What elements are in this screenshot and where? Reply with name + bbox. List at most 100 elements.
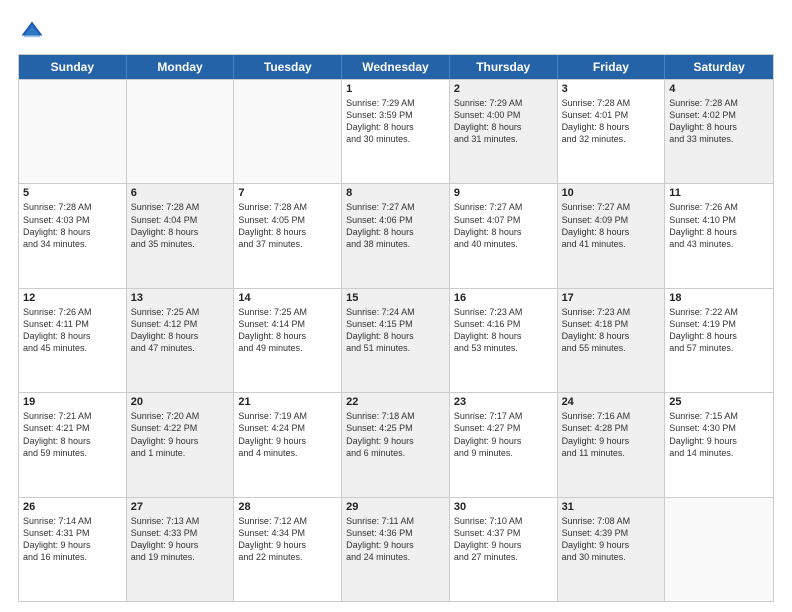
day-number: 30 — [454, 501, 553, 513]
day-number: 29 — [346, 501, 445, 513]
day-header-thursday: Thursday — [450, 55, 558, 79]
day-header-wednesday: Wednesday — [342, 55, 450, 79]
cal-cell: 16 Sunrise: 7:23 AM Sunset: 4:16 PM Dayli… — [450, 289, 558, 392]
day-number: 10 — [562, 187, 661, 199]
day-header-saturday: Saturday — [665, 55, 773, 79]
cell-info: Sunrise: 7:21 AM Sunset: 4:21 PM Dayligh… — [23, 410, 122, 459]
cell-info: Sunrise: 7:25 AM Sunset: 4:12 PM Dayligh… — [131, 306, 230, 355]
cal-cell: 26 Sunrise: 7:14 AM Sunset: 4:31 PM Dayli… — [19, 498, 127, 601]
cell-info: Sunrise: 7:13 AM Sunset: 4:33 PM Dayligh… — [131, 515, 230, 564]
cell-info: Sunrise: 7:27 AM Sunset: 4:07 PM Dayligh… — [454, 201, 553, 250]
cal-cell: 31 Sunrise: 7:08 AM Sunset: 4:39 PM Dayli… — [558, 498, 666, 601]
day-number: 15 — [346, 292, 445, 304]
day-number: 18 — [669, 292, 769, 304]
cell-info: Sunrise: 7:29 AM Sunset: 4:00 PM Dayligh… — [454, 97, 553, 146]
day-number: 22 — [346, 396, 445, 408]
cal-cell: 23Sunrise: 7:17 AM Sunset: 4:27 PM Dayli… — [450, 393, 558, 496]
day-number: 12 — [23, 292, 122, 304]
cal-cell: 9 Sunrise: 7:27 AM Sunset: 4:07 PM Daylig… — [450, 184, 558, 287]
week-row-4: 19 Sunrise: 7:21 AM Sunset: 4:21 PM Dayli… — [19, 392, 773, 496]
cell-info: Sunrise: 7:27 AM Sunset: 4:09 PM Dayligh… — [562, 201, 661, 250]
cell-info: Sunrise: 7:28 AM Sunset: 4:04 PM Dayligh… — [131, 201, 230, 250]
cell-info: Sunrise: 7:28 AM Sunset: 4:01 PM Dayligh… — [562, 97, 661, 146]
logo — [18, 18, 50, 46]
cell-info: Sunrise: 7:25 AM Sunset: 4:14 PM Dayligh… — [238, 306, 337, 355]
cell-info: Sunrise: 7:29 AM Sunset: 3:59 PM Dayligh… — [346, 97, 445, 146]
day-number: 31 — [562, 501, 661, 513]
cal-cell: 12 Sunrise: 7:26 AM Sunset: 4:11 PM Dayli… — [19, 289, 127, 392]
cal-cell: 3 Sunrise: 7:28 AM Sunset: 4:01 PM Daylig… — [558, 80, 666, 183]
cell-info: Sunrise: 7:10 AM Sunset: 4:37 PM Dayligh… — [454, 515, 553, 564]
day-number: 25 — [669, 396, 769, 408]
cell-info: Sunrise: 7:28 AM Sunset: 4:05 PM Dayligh… — [238, 201, 337, 250]
cal-cell: 17 Sunrise: 7:23 AM Sunset: 4:18 PM Dayli… — [558, 289, 666, 392]
day-number: 26 — [23, 501, 122, 513]
cell-info: Sunrise: 7:12 AM Sunset: 4:34 PM Dayligh… — [238, 515, 337, 564]
day-number: 8 — [346, 187, 445, 199]
calendar-header: SundayMondayTuesdayWednesdayThursdayFrid… — [19, 55, 773, 79]
cal-cell: 2 Sunrise: 7:29 AM Sunset: 4:00 PM Daylig… — [450, 80, 558, 183]
cal-cell: 27Sunrise: 7:13 AM Sunset: 4:33 PM Dayli… — [127, 498, 235, 601]
day-number: 21 — [238, 396, 337, 408]
page: SundayMondayTuesdayWednesdayThursdayFrid… — [0, 0, 792, 612]
week-row-1: 1 Sunrise: 7:29 AM Sunset: 3:59 PM Daylig… — [19, 79, 773, 183]
cell-info: Sunrise: 7:28 AM Sunset: 4:02 PM Dayligh… — [669, 97, 769, 146]
calendar: SundayMondayTuesdayWednesdayThursdayFrid… — [18, 54, 774, 602]
day-number: 24 — [562, 396, 661, 408]
day-number: 13 — [131, 292, 230, 304]
cell-info: Sunrise: 7:24 AM Sunset: 4:15 PM Dayligh… — [346, 306, 445, 355]
day-number: 6 — [131, 187, 230, 199]
cal-cell: 22 Sunrise: 7:18 AM Sunset: 4:25 PM Dayli… — [342, 393, 450, 496]
cal-cell: 4 Sunrise: 7:28 AM Sunset: 4:02 PM Daylig… — [665, 80, 773, 183]
cell-info: Sunrise: 7:18 AM Sunset: 4:25 PM Dayligh… — [346, 410, 445, 459]
day-number: 3 — [562, 83, 661, 95]
cal-cell: 10 Sunrise: 7:27 AM Sunset: 4:09 PM Dayli… — [558, 184, 666, 287]
cell-info: Sunrise: 7:23 AM Sunset: 4:16 PM Dayligh… — [454, 306, 553, 355]
cal-cell — [19, 80, 127, 183]
calendar-body: 1 Sunrise: 7:29 AM Sunset: 3:59 PM Daylig… — [19, 79, 773, 601]
day-number: 28 — [238, 501, 337, 513]
cal-cell: 7 Sunrise: 7:28 AM Sunset: 4:05 PM Daylig… — [234, 184, 342, 287]
cal-cell: 28 Sunrise: 7:12 AM Sunset: 4:34 PM Dayli… — [234, 498, 342, 601]
day-number: 19 — [23, 396, 122, 408]
day-number: 1 — [346, 83, 445, 95]
cal-cell: 14 Sunrise: 7:25 AM Sunset: 4:14 PM Dayli… — [234, 289, 342, 392]
cal-cell: 1 Sunrise: 7:29 AM Sunset: 3:59 PM Daylig… — [342, 80, 450, 183]
cal-cell: 19 Sunrise: 7:21 AM Sunset: 4:21 PM Dayli… — [19, 393, 127, 496]
cell-info: Sunrise: 7:28 AM Sunset: 4:03 PM Dayligh… — [23, 201, 122, 250]
cal-cell: 11 Sunrise: 7:26 AM Sunset: 4:10 PM Dayli… — [665, 184, 773, 287]
cell-info: Sunrise: 7:26 AM Sunset: 4:10 PM Dayligh… — [669, 201, 769, 250]
cal-cell: 15 Sunrise: 7:24 AM Sunset: 4:15 PM Dayli… — [342, 289, 450, 392]
cal-cell: 20Sunrise: 7:20 AM Sunset: 4:22 PM Dayli… — [127, 393, 235, 496]
cell-info: Sunrise: 7:14 AM Sunset: 4:31 PM Dayligh… — [23, 515, 122, 564]
day-number: 4 — [669, 83, 769, 95]
logo-icon — [18, 18, 46, 46]
day-header-sunday: Sunday — [19, 55, 127, 79]
cell-info: Sunrise: 7:23 AM Sunset: 4:18 PM Dayligh… — [562, 306, 661, 355]
week-row-2: 5Sunrise: 7:28 AM Sunset: 4:03 PM Daylig… — [19, 183, 773, 287]
day-number: 14 — [238, 292, 337, 304]
cal-cell — [234, 80, 342, 183]
day-number: 11 — [669, 187, 769, 199]
cell-info: Sunrise: 7:27 AM Sunset: 4:06 PM Dayligh… — [346, 201, 445, 250]
cal-cell — [665, 498, 773, 601]
day-number: 23 — [454, 396, 553, 408]
cal-cell — [127, 80, 235, 183]
day-number: 16 — [454, 292, 553, 304]
cal-cell: 30 Sunrise: 7:10 AM Sunset: 4:37 PM Dayli… — [450, 498, 558, 601]
week-row-5: 26 Sunrise: 7:14 AM Sunset: 4:31 PM Dayli… — [19, 497, 773, 601]
day-number: 9 — [454, 187, 553, 199]
cell-info: Sunrise: 7:15 AM Sunset: 4:30 PM Dayligh… — [669, 410, 769, 459]
day-number: 20 — [131, 396, 230, 408]
header — [18, 18, 774, 46]
day-header-friday: Friday — [558, 55, 666, 79]
day-number: 2 — [454, 83, 553, 95]
day-number: 17 — [562, 292, 661, 304]
day-number: 7 — [238, 187, 337, 199]
day-header-tuesday: Tuesday — [234, 55, 342, 79]
cal-cell: 21Sunrise: 7:19 AM Sunset: 4:24 PM Dayli… — [234, 393, 342, 496]
cal-cell: 13 Sunrise: 7:25 AM Sunset: 4:12 PM Dayli… — [127, 289, 235, 392]
cell-info: Sunrise: 7:08 AM Sunset: 4:39 PM Dayligh… — [562, 515, 661, 564]
cell-info: Sunrise: 7:26 AM Sunset: 4:11 PM Dayligh… — [23, 306, 122, 355]
cell-info: Sunrise: 7:22 AM Sunset: 4:19 PM Dayligh… — [669, 306, 769, 355]
